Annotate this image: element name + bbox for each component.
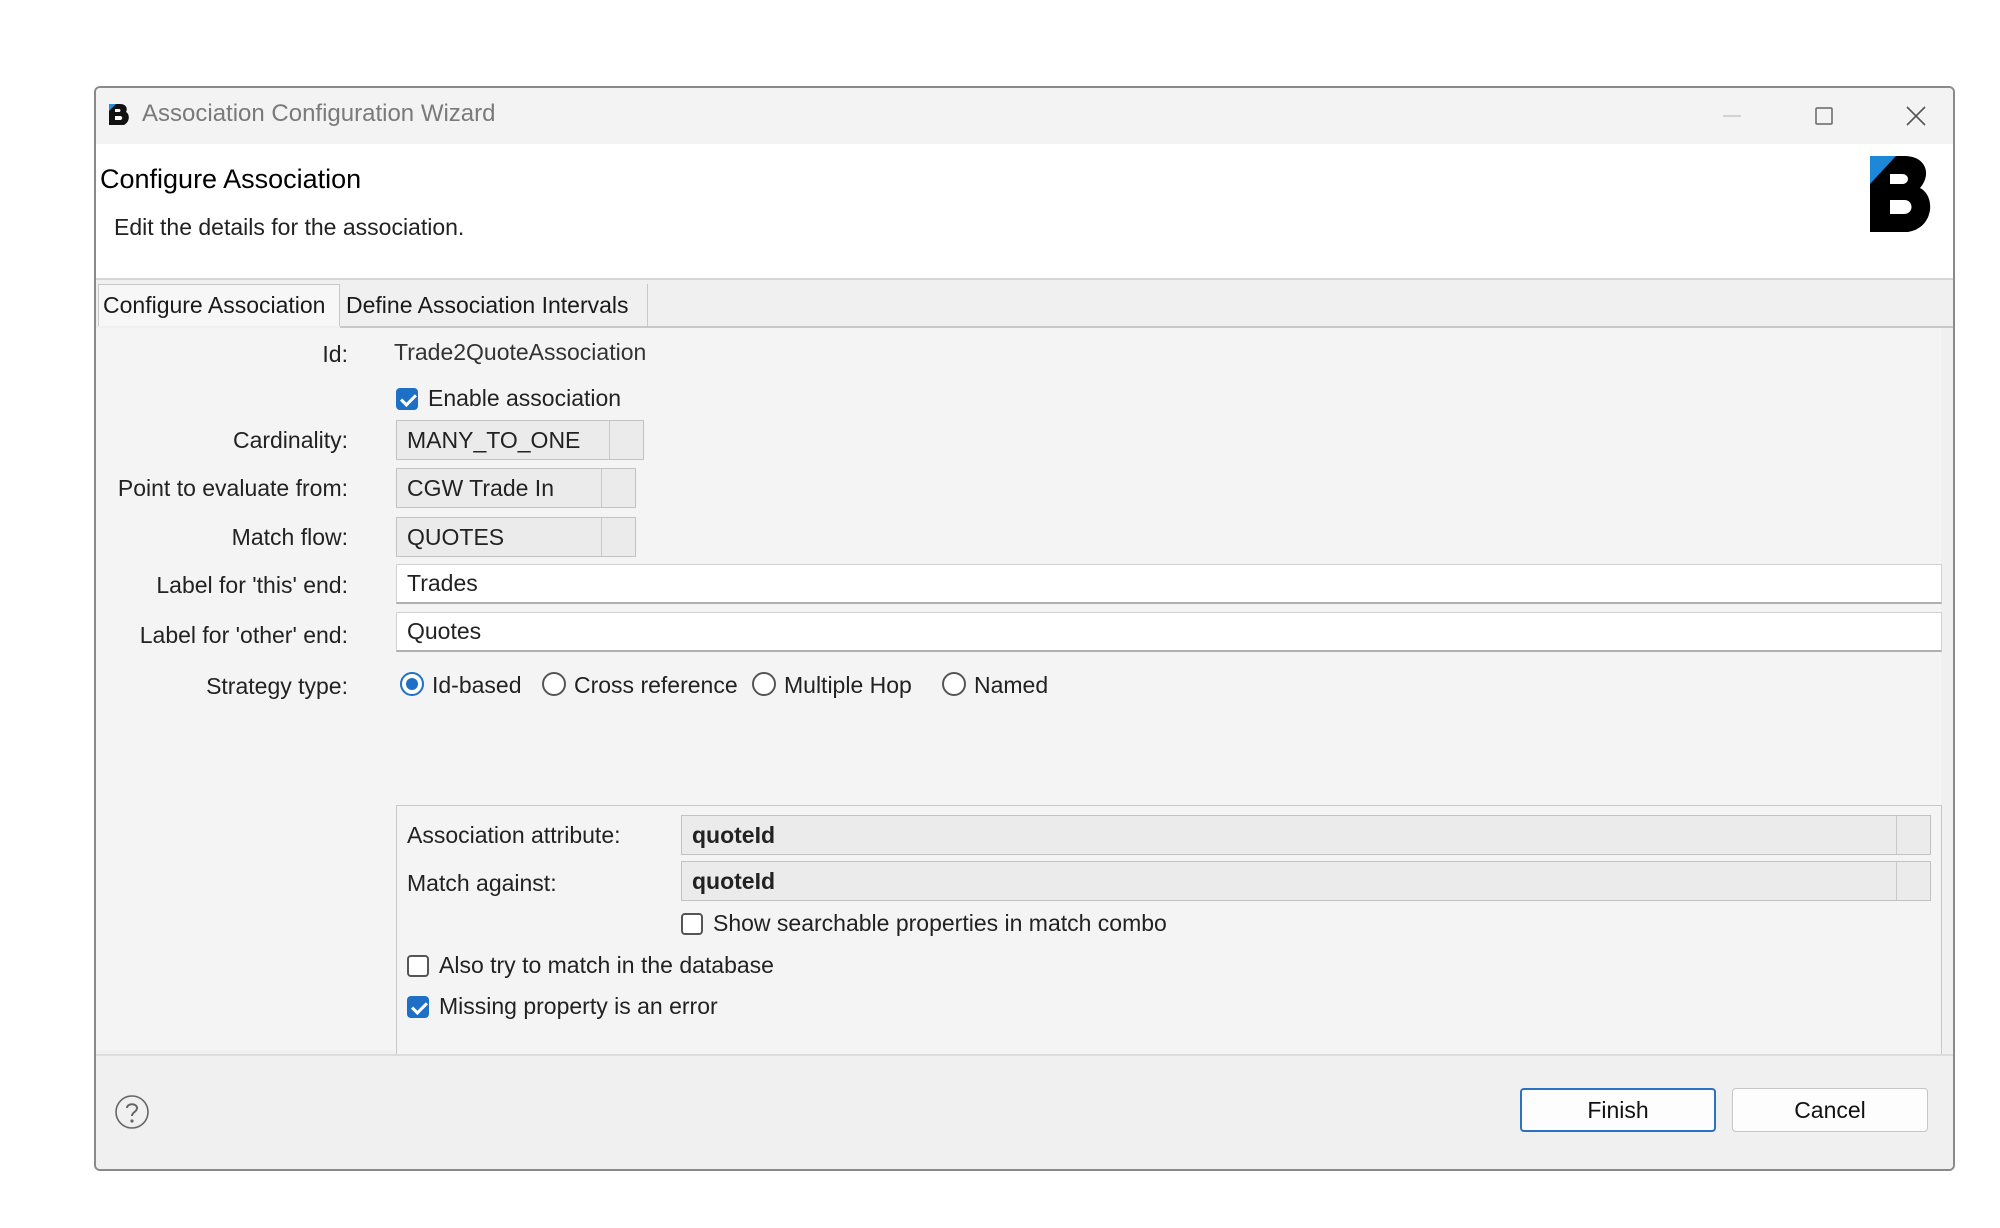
enable-association-label: Enable association [428, 385, 622, 411]
radio-multiple-hop-label: Multiple Hop [784, 672, 912, 698]
strategy-radio-id-based[interactable]: Id-based [400, 668, 530, 700]
radio-named-label: Named [974, 672, 1049, 698]
cardinality-select[interactable]: MANY_TO_ONE [396, 420, 644, 460]
maximize-icon [1815, 107, 1833, 125]
tab-define-association-intervals[interactable]: Define Association Intervals [342, 284, 648, 326]
strategy-label: Strategy type: [206, 673, 348, 699]
cardinality-label: Cardinality: [232, 427, 348, 453]
radio-cross-reference-label: Cross reference [574, 672, 738, 698]
association-attribute-value: quoteId [692, 821, 776, 848]
this-end-input[interactable]: Trades [396, 564, 1942, 604]
form-panel: Id: Trade2QuoteAssociation Enable associ… [96, 328, 1942, 1138]
tab-bar: Configure Association Define Association… [96, 284, 1953, 328]
this-end-value: Trades [407, 570, 478, 596]
other-end-value: Quotes [407, 618, 482, 644]
point-select[interactable]: CGW Trade In [396, 468, 636, 508]
page-title: Configure Association [100, 164, 362, 194]
missing-error-label: Missing property is an error [439, 993, 718, 1019]
minimize-icon [1723, 115, 1741, 117]
match-against-value: quoteId [692, 867, 776, 894]
dialog-footer: Finish Cancel [96, 1054, 1953, 1169]
cardinality-value: MANY_TO_ONE [407, 426, 581, 453]
id-value: Trade2QuoteAssociation [394, 339, 647, 365]
close-icon [1906, 106, 1926, 126]
strategy-radio-cross-reference[interactable]: Cross reference [542, 668, 752, 700]
enable-association-checkbox[interactable]: Enable association [396, 384, 796, 414]
radio-cross-reference[interactable] [542, 672, 566, 696]
db-match-label: Also try to match in the database [439, 952, 774, 978]
missing-error-check[interactable] [407, 996, 429, 1018]
other-end-label: Label for 'other' end: [139, 622, 348, 648]
db-match-checkbox[interactable]: Also try to match in the database [407, 951, 867, 981]
db-match-check[interactable] [407, 955, 429, 977]
radio-id-based[interactable] [400, 672, 424, 696]
window-title: Association Configuration Wizard [142, 100, 496, 127]
missing-error-checkbox[interactable]: Missing property is an error [407, 992, 867, 1022]
minimize-button[interactable] [1686, 88, 1778, 144]
show-searchable-checkbox[interactable]: Show searchable properties in match comb… [681, 909, 1241, 939]
strategy-radio-multiple-hop[interactable]: Multiple Hop [752, 668, 942, 700]
match-flow-value: QUOTES [407, 523, 505, 550]
other-end-input[interactable]: Quotes [396, 612, 1942, 652]
radio-named[interactable] [942, 672, 966, 696]
radio-multiple-hop[interactable] [752, 672, 776, 696]
page-description: Edit the details for the association. [114, 214, 465, 240]
brand-logo-icon [1870, 156, 1931, 232]
id-label: Id: [322, 341, 348, 367]
match-flow-label: Match flow: [231, 524, 348, 550]
close-button[interactable] [1870, 88, 1953, 144]
match-flow-select[interactable]: QUOTES [396, 517, 636, 557]
this-end-label: Label for 'this' end: [156, 572, 348, 598]
cancel-button[interactable]: Cancel [1732, 1088, 1928, 1132]
match-against-select[interactable]: quoteId [681, 861, 1931, 901]
wizard-dialog: Association Configuration Wizard Configu… [94, 86, 1955, 1171]
wizard-header: Configure Association Edit the details f… [96, 144, 1953, 280]
finish-button[interactable]: Finish [1520, 1088, 1716, 1132]
tab-configure-association[interactable]: Configure Association [98, 284, 340, 326]
match-against-label: Match against: [407, 870, 557, 896]
strategy-radio-named[interactable]: Named [942, 668, 1072, 700]
point-label: Point to evaluate from: [117, 475, 348, 501]
app-logo-icon [109, 104, 129, 125]
association-attribute-select[interactable]: quoteId [681, 815, 1931, 855]
association-attribute-label: Association attribute: [407, 822, 621, 848]
title-bar[interactable]: Association Configuration Wizard [96, 88, 1953, 144]
enable-association-check[interactable] [396, 388, 418, 410]
point-value: CGW Trade In [407, 474, 554, 501]
radio-id-based-label: Id-based [432, 672, 522, 698]
show-searchable-label: Show searchable properties in match comb… [713, 910, 1167, 936]
show-searchable-check[interactable] [681, 913, 703, 935]
help-icon[interactable] [114, 1094, 150, 1130]
maximize-button[interactable] [1778, 88, 1870, 144]
